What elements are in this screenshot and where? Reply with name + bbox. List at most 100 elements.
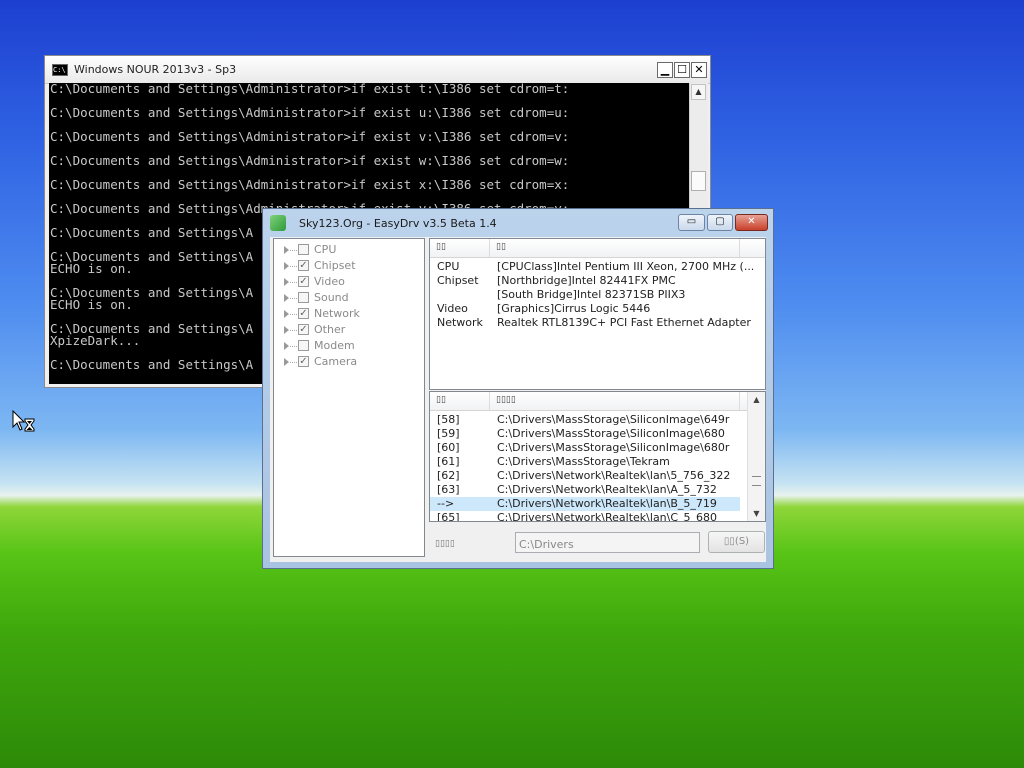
easydrv-title: Sky123.Org - EasyDrv v3.5 Beta 1.4 (299, 217, 497, 230)
tree-checkbox[interactable] (298, 244, 309, 255)
table-row[interactable]: [61] C:\Drivers\MassStorage\Tekram (430, 455, 740, 469)
hardware-type: CPU (437, 260, 460, 273)
minimize-icon: ▭ (686, 216, 697, 227)
driver-col-index[interactable]: ▯▯ (430, 392, 490, 410)
driver-path: C:\Drivers\Network\Realtek\lan\A_5_732 (497, 483, 717, 496)
table-row[interactable]: [59] C:\Drivers\MassStorage\SiliconImage\… (430, 427, 740, 441)
hardware-list[interactable]: ▯▯ ▯▯ CPU [CPUClass]Intel Pentium III Xeo… (429, 238, 766, 390)
driver-path-input[interactable] (515, 532, 700, 553)
driver-path: C:\Drivers\MassStorage\SiliconImage\680r (497, 441, 730, 454)
driver-list[interactable]: ▯▯ ▯▯▯▯ [58] C:\Drivers\MassStorage\Silic… (429, 391, 766, 522)
tree-connector (290, 330, 297, 331)
scroll-up-icon[interactable]: ▲ (749, 392, 764, 407)
expand-icon[interactable] (284, 294, 289, 302)
tree-item-label: Other (314, 323, 346, 336)
tree-item-label: Sound (314, 291, 349, 304)
driver-index: [63] (437, 483, 460, 496)
table-row[interactable]: [63] C:\Drivers\Network\Realtek\lan\A_5_7… (430, 483, 740, 497)
hardware-type: Network (437, 316, 483, 329)
minimize-icon: ▁ (660, 63, 670, 76)
driver-list-scrollbar[interactable]: ▲ ▼ (747, 392, 765, 521)
driver-index: [59] (437, 427, 460, 440)
expand-icon[interactable] (284, 310, 289, 318)
cmd-icon: C:\ (52, 64, 68, 76)
tree-checkbox[interactable]: ✓ (298, 276, 309, 287)
table-row[interactable]: [65] C:\Drivers\Network\Realtek\lan\C_5_6… (430, 511, 740, 522)
easydrv-minimize-button[interactable]: ▭ (678, 214, 705, 231)
driver-path: C:\Drivers\MassStorage\SiliconImage\649r (497, 413, 730, 426)
table-row[interactable]: --> C:\Drivers\Network\Realtek\lan\B_5_71… (430, 497, 740, 511)
expand-icon[interactable] (284, 342, 289, 350)
console-line: C:\Documents and Settings\Administrator>… (50, 83, 570, 96)
hardware-value: [CPUClass]Intel Pentium III Xeon, 2700 M… (497, 260, 755, 273)
expand-icon[interactable] (284, 246, 289, 254)
close-icon: ✕ (747, 216, 756, 227)
driver-list-header: ▯▯ ▯▯▯▯ (430, 392, 765, 411)
driver-index: [61] (437, 455, 460, 468)
console-line: C:\Documents and Settings\Administrator>… (50, 129, 570, 144)
hardware-type: Chipset (437, 274, 479, 287)
expand-icon[interactable] (284, 326, 289, 334)
tree-checkbox[interactable]: ✓ (298, 308, 309, 319)
hardware-value: Realtek RTL8139C+ PCI Fast Ethernet Adap… (497, 316, 751, 329)
scroll-up-icon[interactable]: ▲ (691, 84, 706, 100)
tree-connector (290, 282, 297, 283)
tree-connector (290, 346, 297, 347)
console-title: Windows NOUR 2013v3 - Sp3 (74, 63, 237, 76)
table-row[interactable]: [60] C:\Drivers\MassStorage\SiliconImage\… (430, 441, 740, 455)
hardware-value: [South Bridge]Intel 82371SB PIIX3 (497, 288, 686, 301)
tree-item-label: Video (314, 275, 345, 288)
tree-connector (290, 362, 297, 363)
tree-connector (290, 266, 297, 267)
easydrv-close-button[interactable]: ✕ (735, 214, 768, 231)
easydrv-window[interactable]: Sky123.Org - EasyDrv v3.5 Beta 1.4 ▭ ▢ ✕… (262, 208, 774, 569)
tree-checkbox[interactable]: ✓ (298, 356, 309, 367)
driver-path-label: ▯▯▯▯ (435, 539, 455, 549)
scroll-thumb[interactable] (691, 171, 706, 191)
console-titlebar[interactable]: C:\ Windows NOUR 2013v3 - Sp3 ▁ ☐ ✕ (45, 56, 710, 84)
scroll-grip-icon[interactable] (752, 476, 761, 486)
hardware-col-type[interactable]: ▯▯ (430, 239, 490, 257)
hardware-col-value[interactable]: ▯▯ (490, 239, 740, 257)
table-row[interactable]: [62] C:\Drivers\Network\Realtek\lan\5_756… (430, 469, 740, 483)
category-tree[interactable]: CPU ✓ Chipset ✓ Video Sound ✓ Network ✓ Other Mode… (273, 238, 425, 557)
hardware-list-header: ▯▯ ▯▯ (430, 239, 765, 258)
maximize-button[interactable]: ☐ (674, 62, 690, 78)
easydrv-app-icon (270, 215, 286, 231)
tree-checkbox[interactable]: ✓ (298, 324, 309, 335)
minimize-button[interactable]: ▁ (657, 62, 673, 78)
driver-path: C:\Drivers\Network\Realtek\lan\B_5_719 (497, 497, 717, 510)
scroll-down-icon[interactable]: ▼ (749, 506, 764, 521)
tree-checkbox[interactable]: ✓ (298, 260, 309, 271)
driver-index: [60] (437, 441, 460, 454)
table-row[interactable]: Chipset [Northbridge]Intel 82441FX PMC (430, 274, 765, 288)
table-row[interactable]: [58] C:\Drivers\MassStorage\SiliconImage\… (430, 413, 740, 427)
console-line: C:\Documents and Settings\Administrator>… (50, 177, 570, 192)
tree-checkbox[interactable] (298, 340, 309, 351)
tree-item-label: Camera (314, 355, 358, 368)
table-row[interactable]: CPU [CPUClass]Intel Pentium III Xeon, 270… (430, 260, 765, 274)
driver-path: C:\Drivers\MassStorage\Tekram (497, 455, 670, 468)
close-icon: ✕ (694, 63, 704, 76)
tree-checkbox[interactable] (298, 292, 309, 303)
expand-icon[interactable] (284, 358, 289, 366)
table-row[interactable]: Network Realtek RTL8139C+ PCI Fast Ethern… (430, 316, 765, 330)
table-row[interactable]: Video [Graphics]Cirrus Logic 5446 (430, 302, 765, 316)
easydrv-titlebar[interactable]: Sky123.Org - EasyDrv v3.5 Beta 1.4 ▭ ▢ ✕ (263, 209, 773, 237)
expand-icon[interactable] (284, 278, 289, 286)
tree-connector (290, 250, 297, 251)
driver-col-path[interactable]: ▯▯▯▯ (490, 392, 740, 410)
hardware-value: [Northbridge]Intel 82441FX PMC (497, 274, 676, 287)
driver-path: C:\Drivers\Network\Realtek\lan\C_5_680 (497, 511, 718, 522)
expand-icon[interactable] (284, 262, 289, 270)
driver-index: --> (437, 497, 455, 510)
easydrv-client: CPU ✓ Chipset ✓ Video Sound ✓ Network ✓ Other Mode… (270, 237, 766, 562)
driver-index: [58] (437, 413, 460, 426)
close-button[interactable]: ✕ (691, 62, 707, 78)
table-row[interactable]: [South Bridge]Intel 82371SB PIIX3 (430, 288, 765, 302)
easydrv-maximize-button[interactable]: ▢ (707, 214, 733, 231)
hardware-value: [Graphics]Cirrus Logic 5446 (497, 302, 651, 315)
console-line: C:\Documents and Settings\Administrator>… (50, 153, 570, 168)
scan-button[interactable]: ▯▯(S) (708, 531, 765, 553)
tree-connector (290, 298, 297, 299)
